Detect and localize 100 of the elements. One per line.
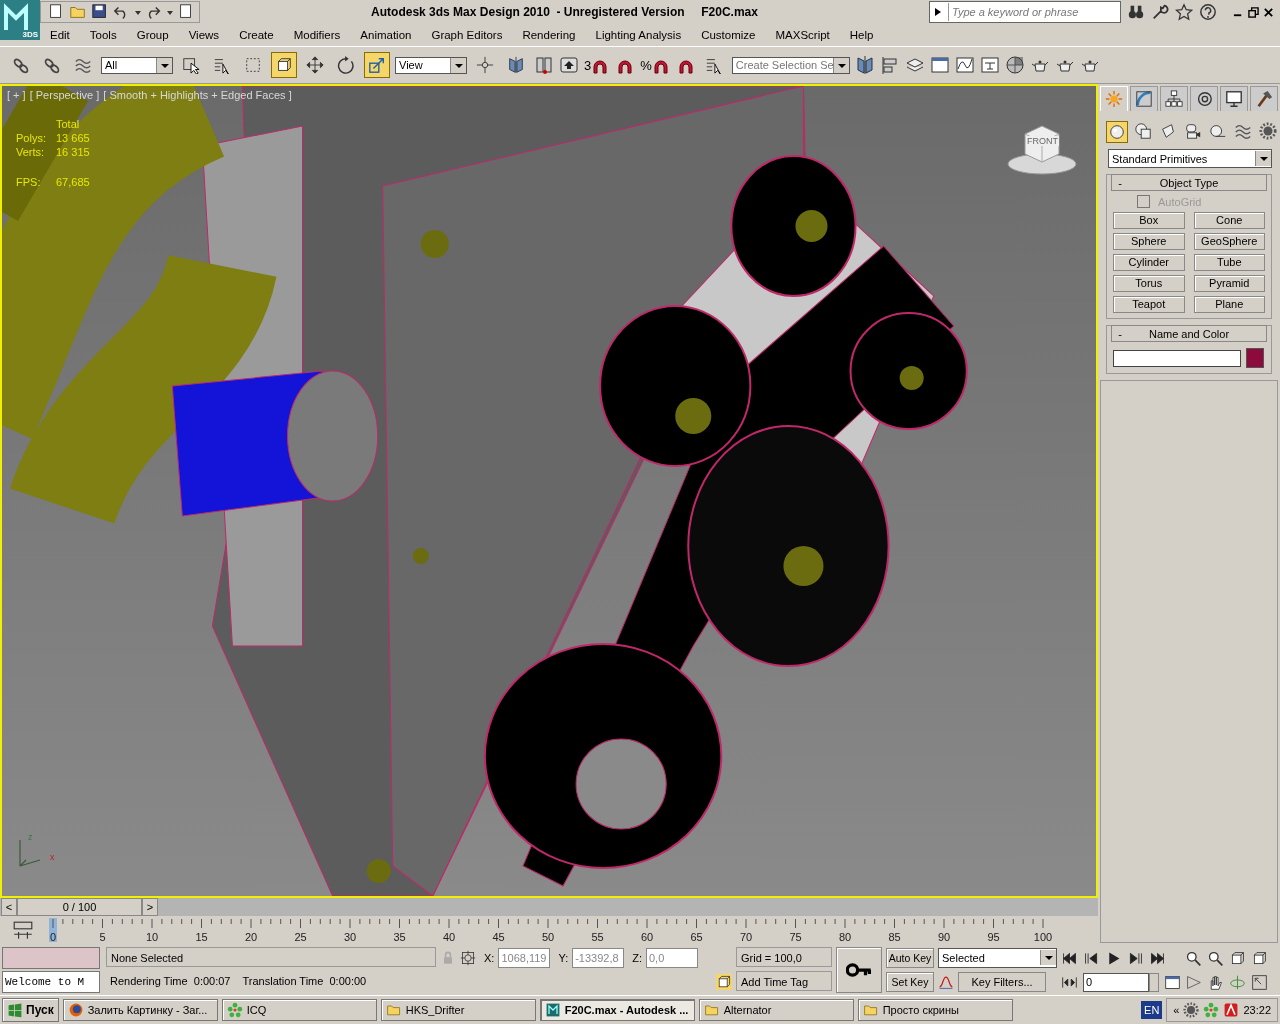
- primitive-button[interactable]: Pyramid: [1193, 275, 1265, 292]
- primitive-button[interactable]: Tube: [1193, 254, 1265, 271]
- primitive-button[interactable]: Sphere: [1113, 233, 1185, 250]
- menu-item[interactable]: Edit: [40, 29, 80, 41]
- menu-item[interactable]: Create: [229, 29, 284, 41]
- previous-frame-button[interactable]: <: [1, 898, 17, 916]
- auto-key-button[interactable]: Auto Key: [886, 947, 934, 968]
- primitive-button[interactable]: Teapot: [1113, 296, 1185, 313]
- rollout-header[interactable]: - Object Type: [1111, 174, 1267, 191]
- taskbar-button[interactable]: Alternator: [698, 999, 854, 1021]
- primitive-button[interactable]: Cone: [1193, 212, 1265, 229]
- panel-tab[interactable]: [1220, 86, 1248, 111]
- time-slider-thumb[interactable]: 0 / 100: [17, 898, 142, 916]
- selection-filter-dropdown[interactable]: All: [101, 56, 173, 74]
- coordinate-field[interactable]: 1068,119: [498, 947, 551, 968]
- taskbar-button[interactable]: Просто скрины: [857, 999, 1013, 1021]
- absolute-mode-icon[interactable]: [460, 949, 476, 966]
- snap-toggle[interactable]: 3: [584, 57, 592, 73]
- restore-icon[interactable]: [1248, 6, 1259, 18]
- set-key-button[interactable]: Set Key: [886, 971, 934, 992]
- start-button[interactable]: Пуск: [2, 998, 59, 1022]
- zoom-all-icon[interactable]: [1207, 949, 1224, 967]
- panel-tab[interactable]: [1190, 86, 1218, 111]
- primitive-button[interactable]: Box: [1113, 212, 1185, 229]
- window-icon[interactable]: [929, 55, 950, 75]
- frame-label: 0: [49, 931, 57, 943]
- chain-link-icon[interactable]: [12, 56, 30, 74]
- add-time-tag-button[interactable]: Add Time Tag: [736, 971, 832, 991]
- panel-tab[interactable]: [1250, 86, 1278, 111]
- listener-input-field[interactable]: Welcome to M: [2, 971, 100, 993]
- menu-item[interactable]: Help: [839, 29, 884, 41]
- upload-icon[interactable]: [559, 55, 579, 75]
- viewport-label[interactable]: [ + ]: [7, 89, 26, 101]
- show-hidden-icons-button[interactable]: «: [1173, 1004, 1180, 1016]
- current-frame-field[interactable]: 0: [1083, 972, 1149, 992]
- menu-item[interactable]: Animation: [350, 29, 422, 41]
- object-name-field[interactable]: [1113, 349, 1241, 367]
- key-mode-dropdown[interactable]: Selected: [938, 947, 1057, 968]
- star-icon[interactable]: [1175, 3, 1193, 21]
- search-field[interactable]: Type a keyword or phrase: [929, 1, 1121, 23]
- object-color-swatch[interactable]: [1246, 348, 1264, 368]
- schematic-icon[interactable]: [979, 55, 1000, 75]
- maximize-viewport-icon[interactable]: [1251, 973, 1268, 991]
- field-of-view-icon[interactable]: [1185, 973, 1202, 991]
- motion-icon[interactable]: [1195, 90, 1213, 108]
- coordinate-field[interactable]: 0,0: [646, 947, 698, 968]
- go-to-start-icon[interactable]: [1061, 949, 1078, 967]
- track-bar[interactable]: 0 5 10 15 20 25 30 35 40 45 50 55 60 65 70 75 80 85 90 95 100: [0, 916, 1053, 945]
- mirror-icon[interactable]: [854, 55, 875, 75]
- taskbar-button[interactable]: ICQ: [221, 999, 377, 1021]
- primitive-button[interactable]: Plane: [1193, 296, 1265, 313]
- wave-icon[interactable]: [74, 56, 92, 74]
- rollout-header[interactable]: - Name and Color: [1111, 325, 1267, 342]
- listener-output-field[interactable]: [2, 947, 100, 969]
- close-icon[interactable]: [1263, 6, 1274, 18]
- display-icon[interactable]: [1225, 90, 1243, 108]
- frame-label: 75: [789, 931, 802, 943]
- graph-icon[interactable]: [954, 55, 975, 75]
- reference-coordinate-dropdown[interactable]: View: [395, 56, 467, 74]
- key-filters-button[interactable]: Key Filters...: [958, 971, 1046, 992]
- primitive-button[interactable]: Cylinder: [1113, 254, 1185, 271]
- taskbar-button[interactable]: F20C.max - Autodesk ...: [539, 999, 695, 1021]
- hierarchy-icon[interactable]: [1165, 90, 1183, 108]
- menu-item[interactable]: Lighting Analysis: [585, 29, 692, 41]
- menu-item[interactable]: Group: [126, 29, 179, 41]
- language-indicator[interactable]: EN: [1141, 1001, 1163, 1019]
- viewport-label[interactable]: [ Perspective ]: [29, 89, 100, 101]
- panel-tab[interactable]: [1160, 86, 1188, 111]
- named-selection-field[interactable]: Create Selection Se: [731, 56, 850, 74]
- binoculars-icon[interactable]: [1127, 3, 1145, 21]
- primitive-button[interactable]: Torus: [1113, 275, 1185, 292]
- frame-label: 95: [987, 931, 1000, 943]
- menu-item[interactable]: Tools: [79, 29, 127, 41]
- align-icon[interactable]: [879, 55, 900, 75]
- viewport-label[interactable]: [ Smooth + Highlights + Edged Faces ]: [103, 89, 292, 101]
- taskbar-button[interactable]: Залить Картинку - Заг...: [62, 999, 218, 1021]
- zoom-icon[interactable]: [1185, 949, 1202, 967]
- antivirus-icon[interactable]: [1223, 1002, 1240, 1018]
- taskbar-button[interactable]: HKS_Drifter: [380, 999, 536, 1021]
- menu-item[interactable]: Rendering: [512, 29, 586, 41]
- primitives-dropdown[interactable]: Standard Primitives: [1108, 149, 1272, 168]
- menu-item[interactable]: MAXScript: [765, 29, 840, 41]
- primitive-button[interactable]: GeoSphere: [1193, 233, 1265, 250]
- cube-icon[interactable]: [716, 973, 732, 990]
- coordinate-label: Z:: [632, 951, 642, 964]
- utilities-icon[interactable]: [1255, 90, 1273, 108]
- menu-item[interactable]: Graph Editors: [421, 29, 513, 41]
- save-icon[interactable]: [91, 3, 109, 21]
- percent-snap-toggle[interactable]: %: [640, 57, 652, 73]
- wrench-icon[interactable]: [1151, 3, 1169, 21]
- menu-item[interactable]: Customize: [691, 29, 766, 41]
- coordinate-field[interactable]: -13392,8: [572, 947, 625, 968]
- next-frame-button[interactable]: >: [142, 898, 158, 916]
- menu-item[interactable]: Modifiers: [283, 29, 351, 41]
- set-keys-button[interactable]: [836, 947, 882, 993]
- app-logo[interactable]: 3DS: [0, 0, 40, 42]
- modify-icon[interactable]: [1135, 90, 1153, 108]
- help-icon[interactable]: [1199, 3, 1217, 21]
- checker-sphere-icon[interactable]: [1004, 55, 1025, 75]
- menu-item[interactable]: Views: [178, 29, 230, 41]
